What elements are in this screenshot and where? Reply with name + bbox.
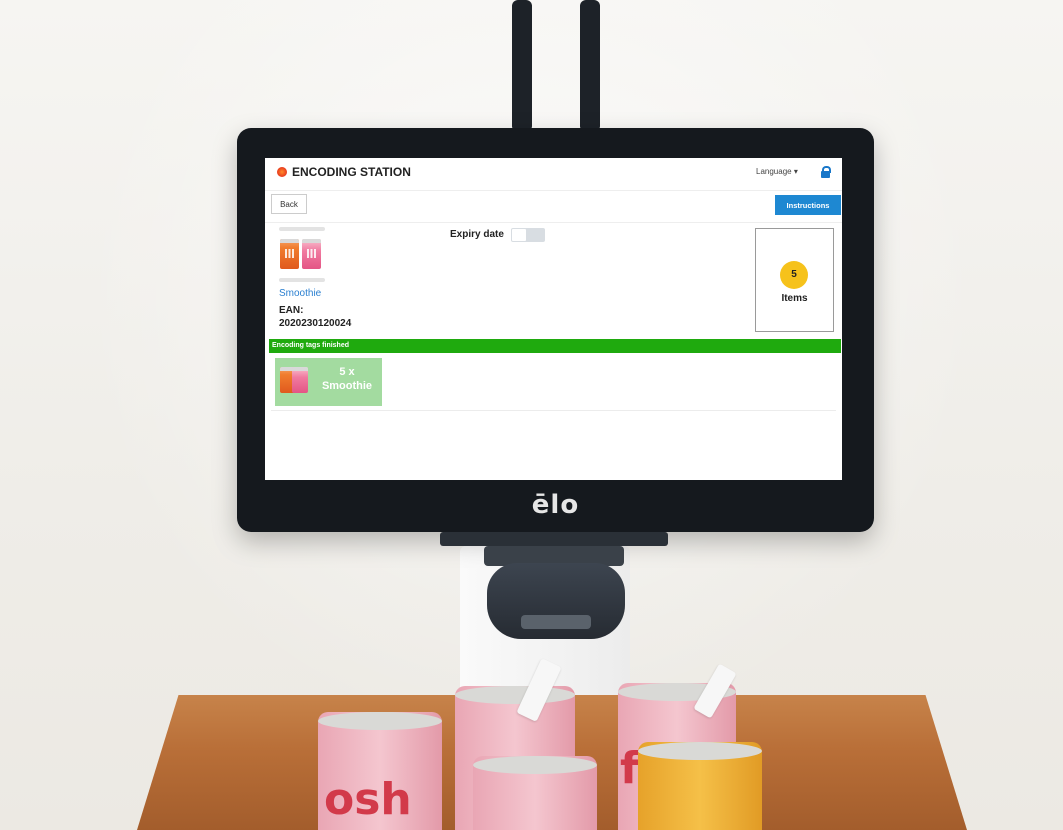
device-brand-logo: ēlo (531, 490, 580, 520)
brand-logo-icon (277, 167, 287, 177)
pink-jar (473, 756, 597, 830)
expiry-date-toggle[interactable] (511, 228, 545, 242)
expiry-date-label: Expiry date (450, 229, 504, 240)
lock-body (821, 171, 830, 178)
ean-label: EAN: (279, 305, 304, 316)
instructions-button[interactable]: Instructions (775, 195, 841, 215)
can-label (307, 249, 316, 258)
app-screen: ENCODING STATION Language ▾ Back Instruc… (265, 158, 842, 480)
items-count-card: 5 Items (755, 228, 834, 332)
mount-plate (440, 532, 668, 546)
pink-jar: osh (318, 712, 442, 830)
antenna-left (512, 0, 532, 132)
placeholder-bar (279, 278, 325, 282)
items-label: Items (781, 293, 808, 304)
yellow-jar (638, 742, 762, 830)
monitor: ENCODING STATION Language ▾ Back Instruc… (237, 128, 874, 532)
action-row: Back Instructions (265, 190, 842, 223)
jar-brand-text: osh (324, 774, 412, 825)
language-label: Language (756, 167, 792, 176)
ean-value: 2020230120024 (279, 318, 352, 329)
product-name-link[interactable]: Smoothie (279, 288, 321, 299)
jar-rim (318, 712, 442, 730)
result-product-name: Smoothie (321, 380, 373, 392)
jar-rim (638, 742, 762, 760)
caret-down-icon: ▾ (793, 167, 798, 176)
items-count-badge: 5 (780, 261, 808, 289)
encoded-result-tile[interactable]: 5 x Smoothie (275, 358, 382, 406)
antenna-right (580, 0, 600, 132)
scanner-window (521, 615, 591, 629)
jar-rim (473, 756, 597, 774)
photo-scene: ENCODING STATION Language ▾ Back Instruc… (0, 0, 1063, 830)
can-lid (292, 367, 308, 371)
toggle-knob (512, 229, 526, 241)
can-lid (280, 239, 299, 243)
pink-can-image (292, 367, 308, 393)
top-bar: ENCODING STATION Language ▾ (265, 158, 842, 191)
can-label (285, 249, 294, 258)
app-title: ENCODING STATION (292, 165, 411, 179)
lock-icon[interactable] (821, 166, 831, 178)
language-dropdown[interactable]: Language ▾ (756, 167, 798, 176)
back-button[interactable]: Back (271, 194, 307, 214)
result-quantity: 5 x (339, 366, 355, 378)
jar-rim (455, 686, 575, 704)
placeholder-bar (279, 227, 325, 231)
barcode-scanner (487, 563, 625, 639)
pink-can-image (302, 239, 321, 269)
divider (271, 410, 836, 411)
status-banner: Encoding tags finished (269, 339, 841, 353)
orange-can-image (280, 239, 299, 269)
can-lid (302, 239, 321, 243)
